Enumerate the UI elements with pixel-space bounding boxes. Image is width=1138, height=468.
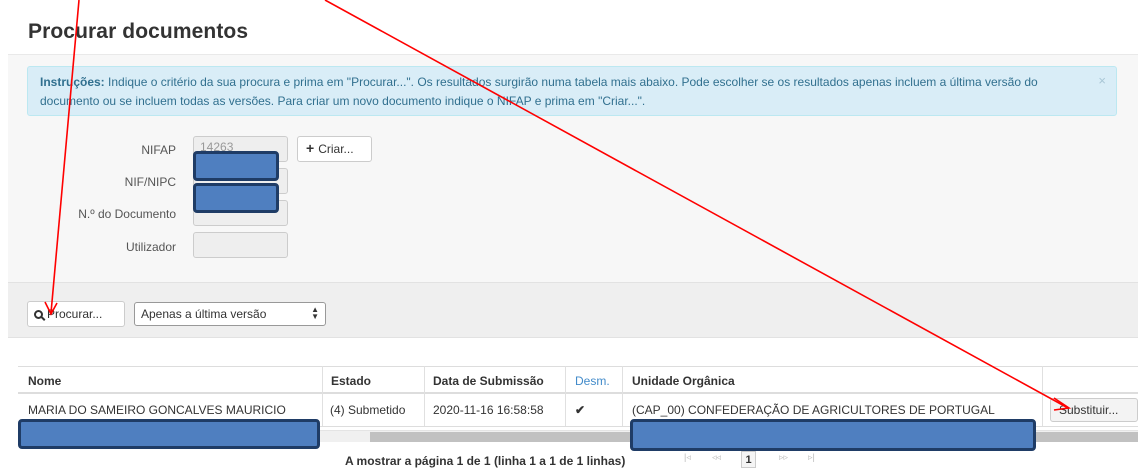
alert-text-line2: documento ou se incluem todas as versões… — [40, 94, 646, 108]
user-input[interactable] — [193, 232, 288, 258]
alert-text-line1: Indique o critério da sua procura e prim… — [104, 75, 1038, 89]
redaction-box — [193, 183, 279, 213]
pager-last-icon[interactable]: ▹| — [808, 452, 815, 463]
pager-status-text: A mostrar a página 1 de 1 (linha 1 a 1 d… — [345, 454, 626, 468]
column-divider — [622, 366, 623, 426]
nif-label: NIF/NIPC — [124, 175, 176, 189]
results-table-header: Nome Estado Data de Submissão Desm. Unid… — [18, 366, 1138, 394]
redaction-box — [630, 419, 1036, 451]
column-divider — [1042, 366, 1043, 426]
alert-prefix: Instruções: — [40, 75, 105, 89]
redaction-box — [193, 151, 279, 181]
user-label: Utilizador — [125, 240, 176, 254]
criar-button[interactable]: + Criar... — [297, 136, 372, 162]
select-arrows-icon: ▲ ▼ — [311, 305, 319, 321]
pager-first-icon[interactable]: |◃ — [684, 452, 691, 463]
nifap-label: NIFAP — [141, 143, 176, 157]
column-header-data[interactable]: Data de Submissão — [433, 374, 544, 388]
instructions-alert: Instruções: Indique o critério da sua pr… — [27, 66, 1117, 116]
pager-current-page[interactable]: 1 — [741, 451, 756, 468]
column-header-nome[interactable]: Nome — [28, 374, 61, 388]
procurar-button-label: Procurar... — [47, 307, 103, 321]
column-divider — [565, 366, 566, 426]
cell-estado: (4) Submetido — [330, 403, 406, 417]
substituir-button[interactable]: Substituir... — [1050, 398, 1138, 422]
cell-unidade: (CAP_00) CONFEDERAÇÃO DE AGRICULTORES DE… — [632, 403, 995, 417]
column-divider — [322, 366, 323, 426]
column-header-desm[interactable]: Desm. — [575, 374, 610, 388]
cell-data: 2020-11-16 16:58:58 — [433, 403, 544, 417]
doc-number-label: N.º do Documento — [78, 207, 176, 221]
column-header-estado[interactable]: Estado — [331, 374, 371, 388]
criar-button-label: Criar... — [318, 142, 354, 156]
alert-close-icon[interactable]: × — [1098, 71, 1106, 90]
version-select-value: Apenas a última versão — [141, 307, 267, 321]
procurar-button[interactable]: Procurar... — [27, 301, 125, 327]
version-select[interactable]: Apenas a última versão ▲ ▼ — [134, 302, 326, 326]
page-title: Procurar documentos — [28, 20, 249, 43]
pager-prev-icon[interactable]: ◃◃ — [712, 452, 721, 463]
pager-next-icon[interactable]: ▹▹ — [779, 452, 788, 463]
column-divider — [424, 366, 425, 426]
plus-icon: + — [306, 140, 315, 156]
redaction-box — [18, 419, 320, 449]
cell-nome: MARIA DO SAMEIRO GONCALVES MAURICIO — [28, 403, 286, 417]
search-icon — [34, 310, 43, 319]
column-header-unidade[interactable]: Unidade Orgânica — [632, 374, 735, 388]
check-icon: ✔ — [575, 403, 586, 417]
